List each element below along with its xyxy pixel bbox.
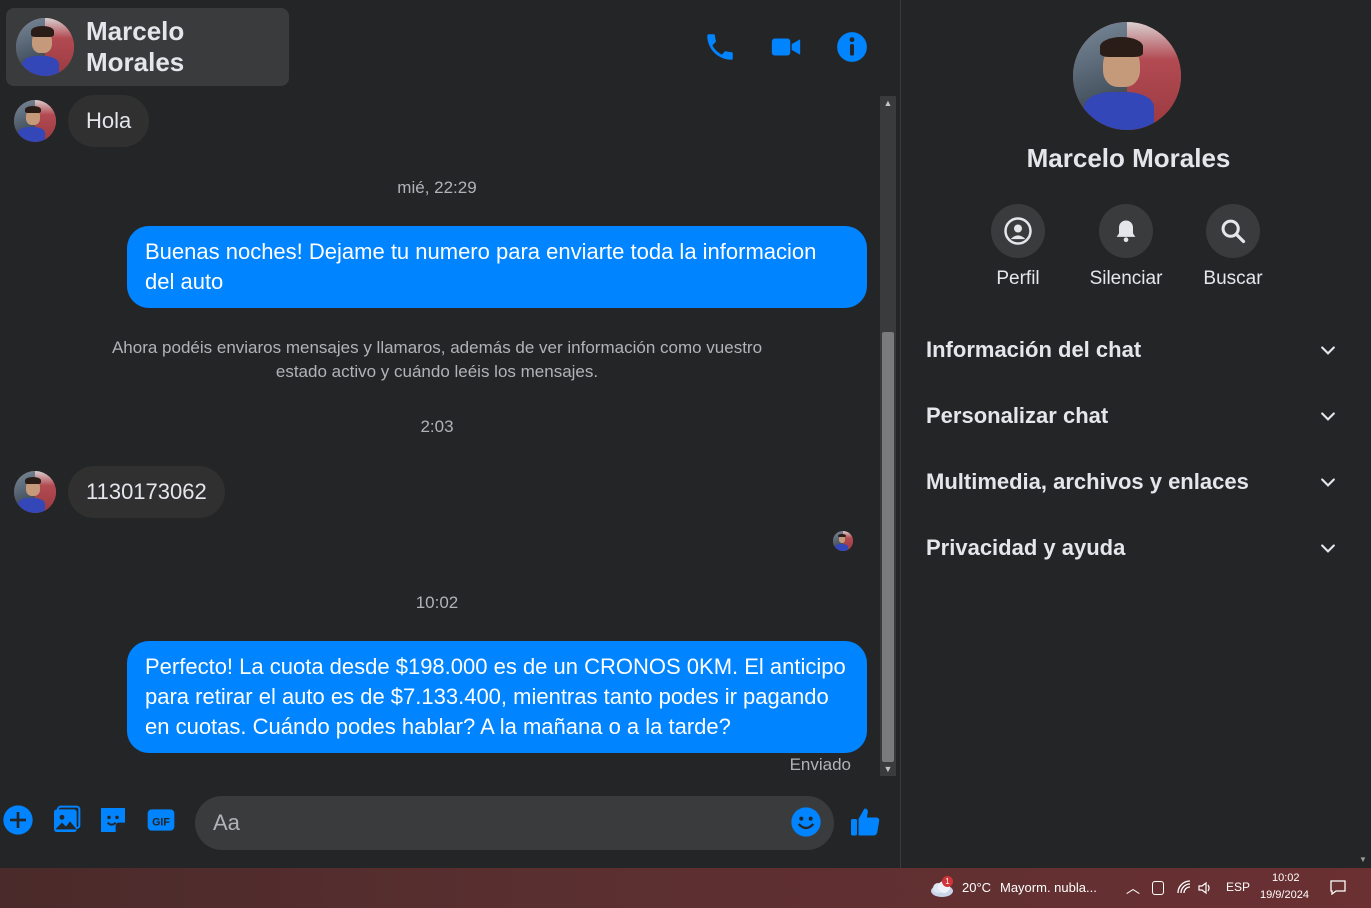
read-receipt-avatar (833, 531, 853, 551)
chat-scrollbar[interactable]: ▲ ▼ (880, 96, 896, 776)
profile-icon (991, 204, 1045, 258)
sender-avatar[interactable] (14, 471, 56, 513)
message-input[interactable] (195, 796, 834, 850)
message-timestamp: 2:03 (420, 417, 454, 436)
sticker-icon[interactable] (97, 804, 131, 838)
message-composer: GIF (0, 790, 900, 856)
plus-icon[interactable] (2, 804, 36, 838)
profile-action-button[interactable]: Perfil (963, 204, 1073, 290)
section-label: Privacidad y ayuda (926, 535, 1126, 560)
windows-taskbar: 1 20°C Mayorm. nubla... ︿ ESP 10:02 19/9… (0, 868, 1371, 908)
incoming-message-bubble[interactable]: 1130173062 (68, 466, 225, 518)
sender-avatar[interactable] (14, 100, 56, 142)
bell-icon (1099, 204, 1153, 258)
outgoing-message-bubble[interactable]: Buenas noches! Dejame tu numero para env… (127, 226, 867, 308)
chevron-down-icon (1321, 544, 1335, 553)
video-icon[interactable] (769, 30, 803, 64)
message-timestamp: mié, 22:29 (397, 178, 477, 197)
device-icon[interactable] (1152, 881, 1164, 895)
gif-label: GIF (152, 816, 170, 828)
search-icon (1206, 204, 1260, 258)
section-label: Multimedia, archivos y enlaces (926, 469, 1249, 494)
mute-action-button[interactable]: Silenciar (1071, 204, 1181, 290)
section-label: Información del chat (926, 337, 1142, 362)
contact-name: Marcelo Morales (86, 16, 185, 77)
emoji-icon[interactable] (790, 806, 824, 840)
section-privacy-help[interactable]: Privacidad y ayuda (926, 523, 1338, 573)
chat-header: Marcelo Morales (0, 0, 900, 94)
weather-temperature[interactable]: 20°C (962, 880, 991, 895)
clock-date[interactable]: 19/9/2024 (1260, 889, 1309, 901)
chat-info-panel: Marcelo Morales Perfil Silenciar Buscar … (900, 0, 1371, 868)
chevron-up-icon[interactable]: ︿ (1126, 878, 1140, 898)
clock-time[interactable]: 10:02 (1272, 872, 1300, 884)
system-notice: Ahora podéis enviaros mensajes y llamaro… (111, 338, 763, 381)
scroll-up-arrow[interactable]: ▲ (880, 96, 896, 110)
incoming-message-row: Hola (14, 95, 150, 147)
section-customize-chat[interactable]: Personalizar chat (926, 391, 1338, 441)
weather-badge: 1 (942, 876, 953, 887)
info-panel-scrollbar[interactable]: ▼ (1355, 0, 1371, 868)
info-icon[interactable] (835, 30, 869, 64)
profile-action-label: Perfil (996, 268, 1040, 289)
incoming-message-bubble[interactable]: Hola (68, 95, 150, 147)
thumbs-up-icon[interactable] (848, 804, 882, 838)
contact-header-button[interactable]: Marcelo Morales (6, 8, 289, 86)
contact-avatar (16, 18, 74, 76)
search-action-label: Buscar (1203, 268, 1263, 289)
search-action-button[interactable]: Buscar (1178, 204, 1288, 290)
chat-pane: Marcelo Morales Hola mié, 22:29 Buenas n… (0, 0, 900, 868)
mute-action-label: Silenciar (1089, 268, 1163, 289)
profile-name: Marcelo Morales (1026, 143, 1231, 173)
chevron-down-icon (1321, 346, 1335, 355)
sent-status: Enviado (789, 755, 851, 774)
message-list[interactable]: Hola mié, 22:29 Buenas noches! Dejame tu… (0, 94, 900, 778)
chevron-down-icon (1321, 412, 1335, 421)
profile-avatar-large[interactable] (1073, 22, 1181, 130)
incoming-message-row: 1130173062 (14, 466, 225, 518)
chevron-down-icon (1321, 478, 1335, 487)
image-icon[interactable] (50, 804, 84, 838)
scroll-down-arrow[interactable]: ▼ (880, 762, 896, 776)
section-chat-info[interactable]: Información del chat (926, 325, 1338, 375)
weather-description[interactable]: Mayorm. nubla... (1000, 880, 1097, 895)
section-label: Personalizar chat (926, 403, 1109, 428)
gif-icon[interactable]: GIF (145, 804, 179, 838)
wifi-icon[interactable] (1176, 879, 1192, 895)
language-indicator[interactable]: ESP (1226, 880, 1250, 894)
scrollbar-thumb[interactable] (882, 332, 894, 762)
volume-icon[interactable] (1197, 880, 1213, 896)
outgoing-message-bubble[interactable]: Perfecto! La cuota desde $198.000 es de … (127, 641, 867, 753)
notifications-icon[interactable] (1330, 880, 1346, 896)
phone-icon[interactable] (703, 30, 737, 64)
message-timestamp: 10:02 (415, 593, 459, 612)
section-media-files-links[interactable]: Multimedia, archivos y enlaces (926, 457, 1338, 507)
